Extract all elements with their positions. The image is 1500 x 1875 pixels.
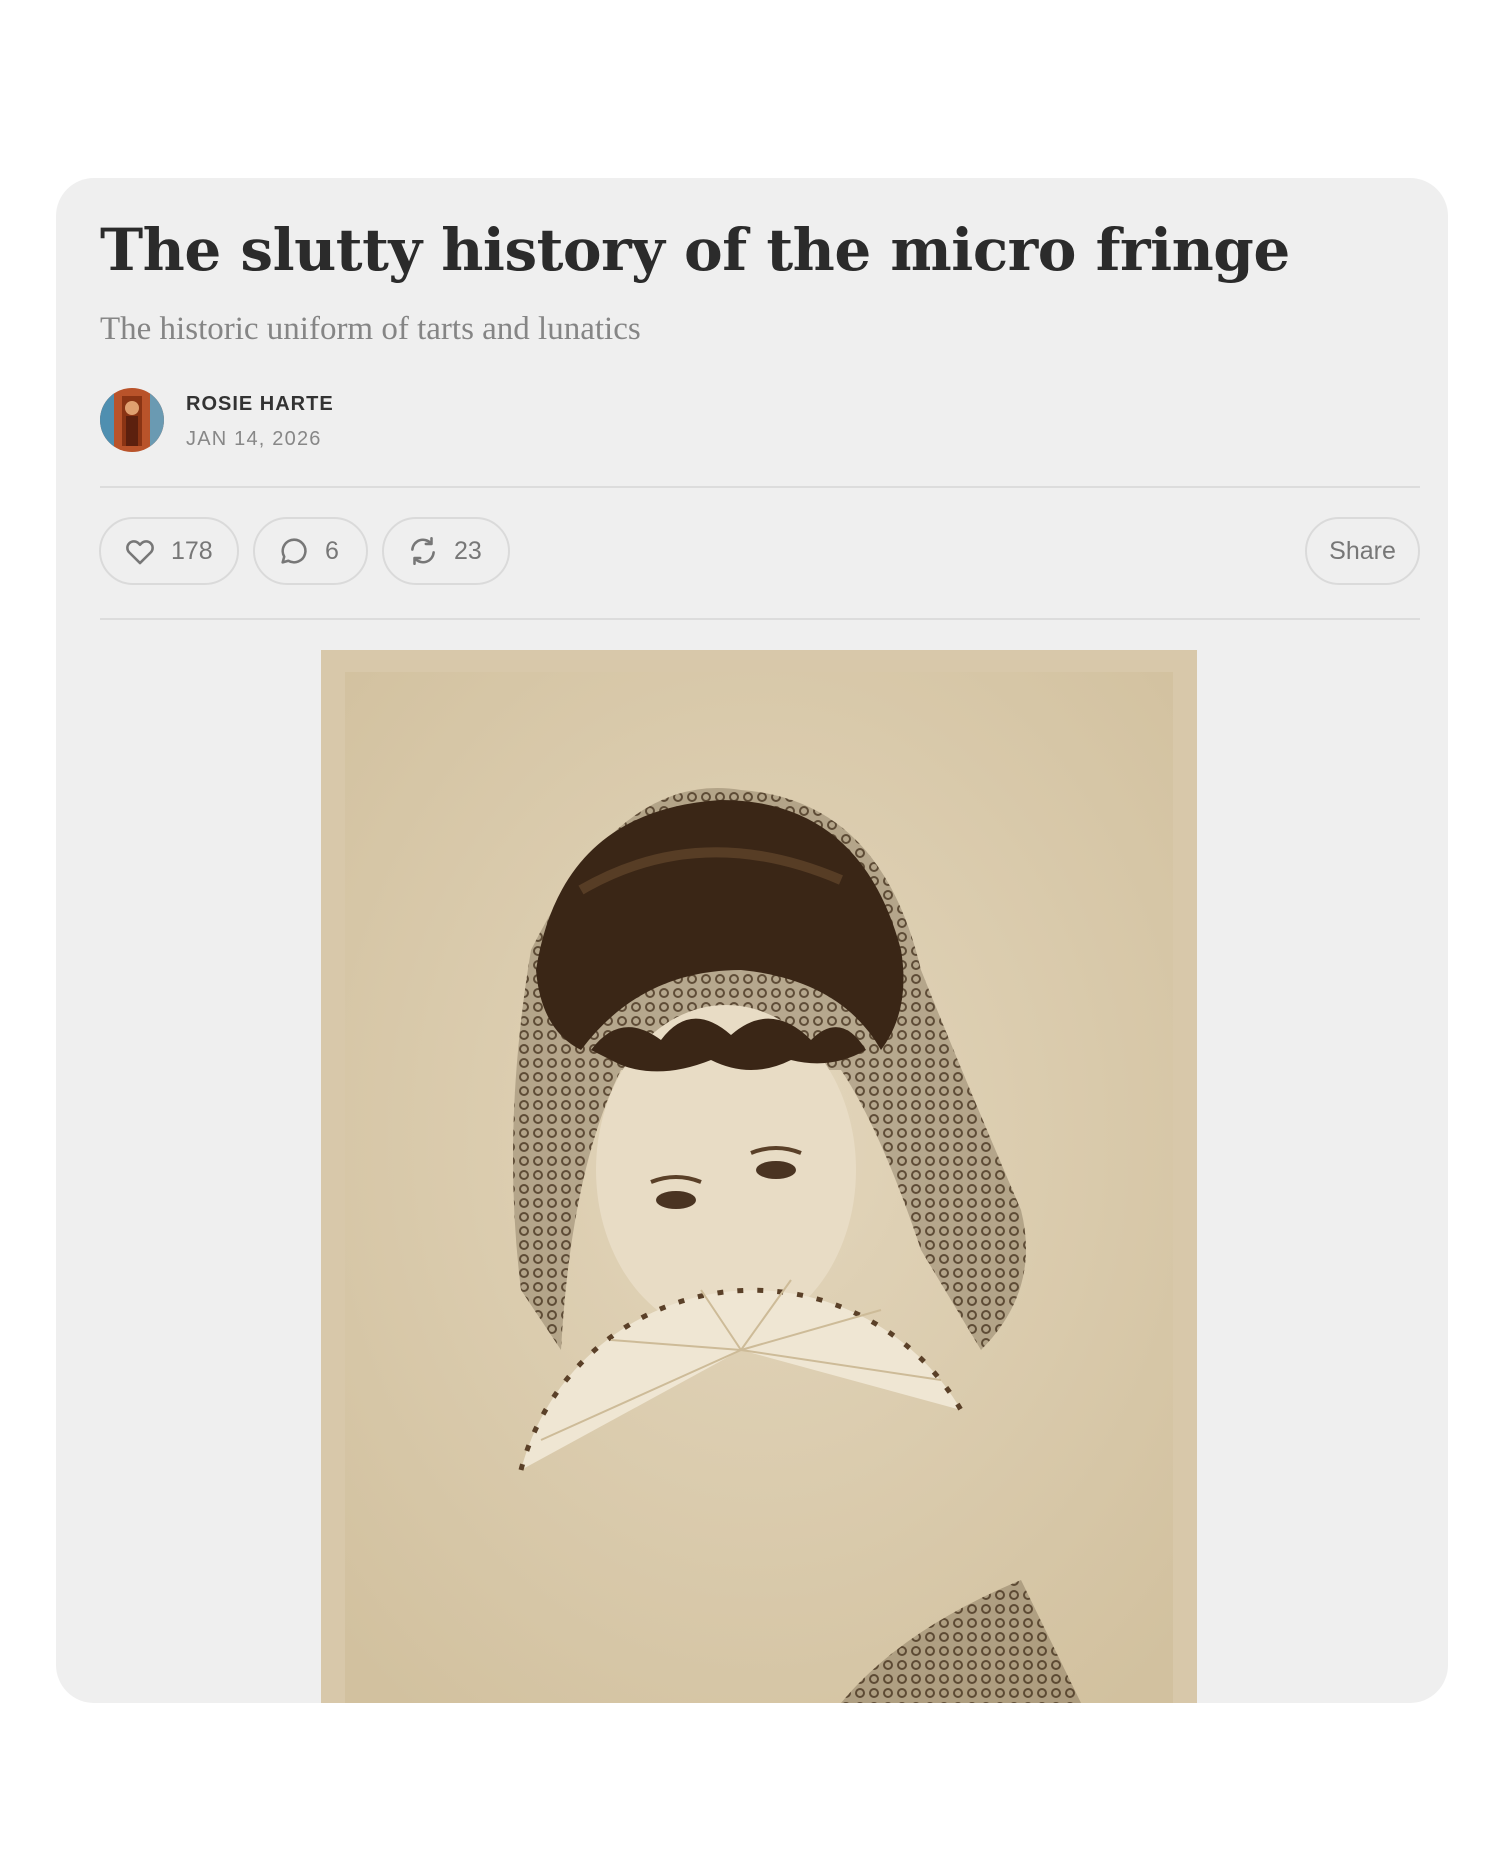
heart-icon <box>123 534 157 568</box>
divider <box>100 618 1420 620</box>
post-date: JAN 14, 2026 <box>186 428 322 450</box>
like-count: 178 <box>171 536 213 565</box>
post-hero-photo <box>321 650 1197 1703</box>
restack-count: 23 <box>454 536 482 565</box>
author-name[interactable]: ROSIE HARTE <box>186 393 334 416</box>
like-button[interactable]: 178 <box>99 517 239 585</box>
divider <box>100 486 1420 488</box>
restack-arrows-icon <box>406 534 440 568</box>
comment-button[interactable]: 6 <box>253 517 368 585</box>
post-card: The slutty history of the micro fringe T… <box>56 178 1448 1703</box>
comment-bubble-icon <box>277 534 311 568</box>
share-button[interactable]: Share <box>1305 517 1420 585</box>
author-avatar[interactable] <box>100 388 164 452</box>
restack-button[interactable]: 23 <box>382 517 510 585</box>
comment-count: 6 <box>325 536 339 565</box>
post-subtitle: The historic uniform of tarts and lunati… <box>100 311 641 347</box>
share-label: Share <box>1329 536 1396 565</box>
post-title[interactable]: The slutty history of the micro fringe <box>100 216 1290 284</box>
